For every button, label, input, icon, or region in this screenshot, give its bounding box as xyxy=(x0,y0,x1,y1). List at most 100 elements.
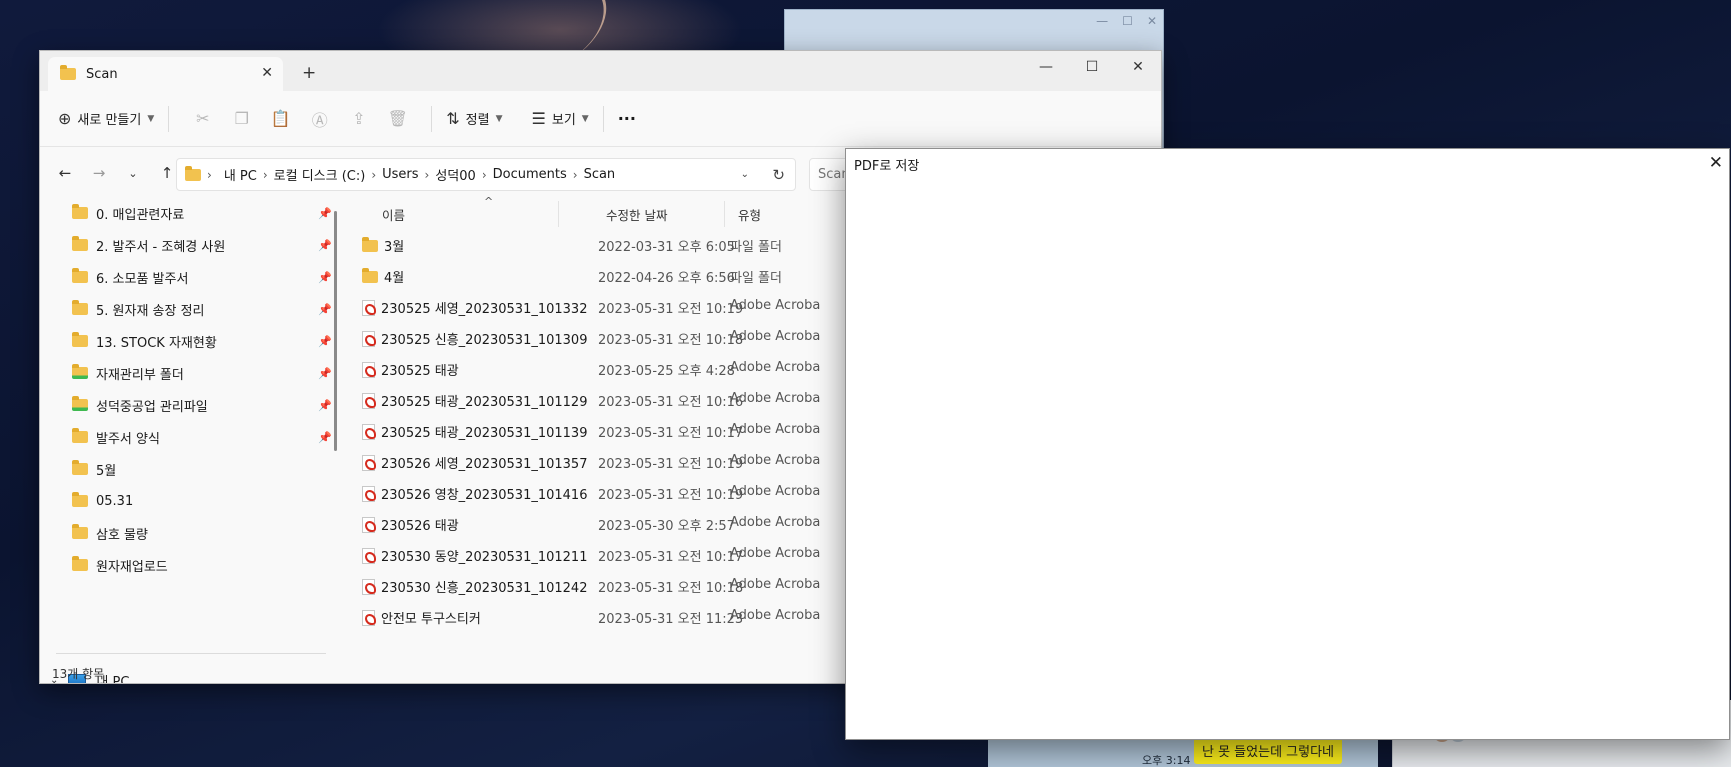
sidebar-item[interactable]: 5. 원자재 송장 정리 📌 xyxy=(72,297,332,321)
column-divider[interactable] xyxy=(558,201,559,227)
dialog-title-bar: PDF로 저장 ✕ xyxy=(846,149,1729,179)
copy-icon[interactable]: ❐ xyxy=(222,109,261,128)
new-button-label: 새로 만들기 xyxy=(77,113,142,128)
pin-icon[interactable]: 📌 xyxy=(318,239,332,252)
item-count: 13개 항목 xyxy=(52,666,105,681)
pdf-file-icon xyxy=(362,516,376,533)
file-name: 230525 세영_20230531_101332 xyxy=(381,302,588,317)
breadcrumb-item[interactable]: 성덕00 xyxy=(435,165,475,184)
file-name-cell: 안전모 투구스티커 xyxy=(362,608,481,627)
sidebar-item[interactable]: 5월 xyxy=(72,457,332,481)
sidebar-item[interactable]: 2. 발주서 - 조혜경 사원 📌 xyxy=(72,233,332,257)
cut-icon[interactable]: ✂ xyxy=(183,109,222,128)
close-icon[interactable]: ✕ xyxy=(1709,153,1723,173)
sidebar-item-label: 13. STOCK 자재현황 xyxy=(96,335,217,351)
address-dropdown-icon[interactable]: ⌄ xyxy=(741,169,749,180)
chat-bubble[interactable]: 난 못 들었는데 그렇다네 xyxy=(1194,737,1342,764)
new-tab-button[interactable]: + xyxy=(302,63,316,83)
breadcrumb-item[interactable]: 내 PC xyxy=(224,165,257,184)
sidebar-item[interactable]: 발주서 양식 📌 xyxy=(72,425,332,449)
column-divider[interactable] xyxy=(724,201,725,227)
back-arrow-icon[interactable]: ← xyxy=(48,164,82,182)
folder-icon xyxy=(72,268,88,283)
forward-arrow-icon[interactable]: → xyxy=(82,164,116,182)
file-type: 파일 폴더 xyxy=(730,240,782,255)
tab-scan[interactable]: Scan ✕ xyxy=(48,57,283,91)
folder-icon xyxy=(72,460,88,475)
sidebar-item-label: 5. 원자재 송장 정리 xyxy=(96,303,205,319)
delete-icon[interactable]: 🗑 xyxy=(378,109,417,128)
breadcrumb-separator: › xyxy=(572,167,578,182)
sidebar-item[interactable]: 13. STOCK 자재현황 📌 xyxy=(72,329,332,353)
rename-icon[interactable]: Ⓐ xyxy=(300,107,339,131)
address-bar[interactable]: › 내 PC › 로컬 디스크 (C:) › Users › 성덕00 › Do… xyxy=(176,158,796,191)
file-name-cell: 230525 신흥_20230531_101309 xyxy=(362,329,587,348)
file-name: 230530 신흥_20230531_101242 xyxy=(381,581,588,596)
column-header-name[interactable]: 이름 xyxy=(382,199,405,229)
file-name: 230525 태광_20230531_101139 xyxy=(381,426,588,441)
file-name: 안전모 투구스티커 xyxy=(381,612,481,627)
divider xyxy=(168,105,170,132)
sidebar-item[interactable]: 6. 소모품 발주서 📌 xyxy=(72,265,332,289)
pdf-file-icon xyxy=(362,454,376,471)
sidebar-item[interactable]: 자재관리부 폴더 📌 xyxy=(72,361,332,385)
nav-scrollbar[interactable] xyxy=(334,211,337,451)
file-type: 파일 폴더 xyxy=(730,271,782,286)
title-bar: Scan ✕ + — ☐ ✕ xyxy=(40,51,1161,91)
new-button[interactable]: ⊕ 새로 만들기 ▼ xyxy=(58,109,154,128)
folder-icon xyxy=(72,556,88,571)
sidebar-item[interactable]: 성덕중공업 관리파일 📌 xyxy=(72,393,332,417)
column-header-date[interactable]: 수정한 날짜 xyxy=(606,199,667,229)
pin-icon[interactable]: 📌 xyxy=(318,303,332,316)
more-options-button[interactable]: ··· xyxy=(618,109,636,128)
folder-icon xyxy=(72,332,88,347)
pdf-file-icon xyxy=(362,330,376,347)
sidebar-item[interactable]: 0. 매입관련자료 📌 xyxy=(72,201,332,225)
pin-icon[interactable]: 📌 xyxy=(318,431,332,444)
file-date: 2023-05-31 오전 10:17 xyxy=(598,550,744,565)
pin-icon[interactable]: 📌 xyxy=(318,367,332,380)
paste-icon[interactable]: 📋 xyxy=(261,109,300,128)
share-icon[interactable]: ⇪ xyxy=(339,109,378,128)
column-header-type[interactable]: 유형 xyxy=(738,199,761,229)
pdf-file-icon xyxy=(362,392,376,409)
file-date: 2023-05-31 오전 11:23 xyxy=(598,612,744,627)
file-date: 2023-05-31 오전 10:19 xyxy=(598,488,744,503)
breadcrumb-item[interactable]: Users xyxy=(382,167,418,182)
pdf-file-icon xyxy=(362,361,376,378)
pin-icon[interactable]: 📌 xyxy=(318,271,332,284)
file-name-cell: 230525 세영_20230531_101332 xyxy=(362,298,587,317)
sidebar-item-label: 05.31 xyxy=(96,493,134,509)
file-type: Adobe Acroba xyxy=(730,515,821,530)
minimize-button[interactable]: — xyxy=(1023,51,1069,83)
file-date: 2023-05-30 오후 2:57 xyxy=(598,519,735,534)
breadcrumb-separator: › xyxy=(481,167,487,182)
sidebar-item[interactable]: 삼호 물량 xyxy=(72,521,332,545)
minimize-icon[interactable]: — xyxy=(1096,14,1108,28)
breadcrumb-item[interactable]: Scan xyxy=(584,167,616,182)
background-window-controls: — ☐ ✕ xyxy=(1096,14,1157,28)
navigation-pane: 0. 매입관련자료 📌 2. 발주서 - 조혜경 사원 📌 6. 소모품 발주서 📌 5. … xyxy=(40,199,337,683)
close-button[interactable]: ✕ xyxy=(1115,51,1161,83)
maximize-button[interactable]: ☐ xyxy=(1069,51,1115,83)
maximize-icon[interactable]: ☐ xyxy=(1122,14,1133,28)
file-date: 2023-05-25 오후 4:28 xyxy=(598,364,735,379)
close-icon[interactable]: ✕ xyxy=(1147,14,1157,28)
tab-close-icon[interactable]: ✕ xyxy=(261,65,273,81)
sort-button[interactable]: ⇅ 정렬 ▼ xyxy=(446,109,502,128)
file-name: 230526 세영_20230531_101357 xyxy=(381,457,588,472)
breadcrumb-item[interactable]: 로컬 디스크 (C:) xyxy=(274,165,366,184)
sidebar-item[interactable]: 05.31 xyxy=(72,489,332,513)
pin-icon[interactable]: 📌 xyxy=(318,335,332,348)
pin-icon[interactable]: 📌 xyxy=(318,207,332,220)
sidebar-item[interactable]: 원자재업로드 xyxy=(72,553,332,577)
recent-locations-chevron-icon[interactable]: ⌄ xyxy=(116,167,150,180)
folder-icon xyxy=(362,267,378,283)
refresh-icon[interactable]: ↻ xyxy=(772,166,785,184)
breadcrumb-separator: › xyxy=(424,167,430,182)
pin-icon[interactable]: 📌 xyxy=(318,399,332,412)
file-name: 230526 영창_20230531_101416 xyxy=(381,488,588,503)
view-button[interactable]: ☰ 보기 ▼ xyxy=(532,109,589,128)
breadcrumb-item[interactable]: Documents xyxy=(493,167,567,182)
file-type: Adobe Acroba xyxy=(730,391,821,406)
